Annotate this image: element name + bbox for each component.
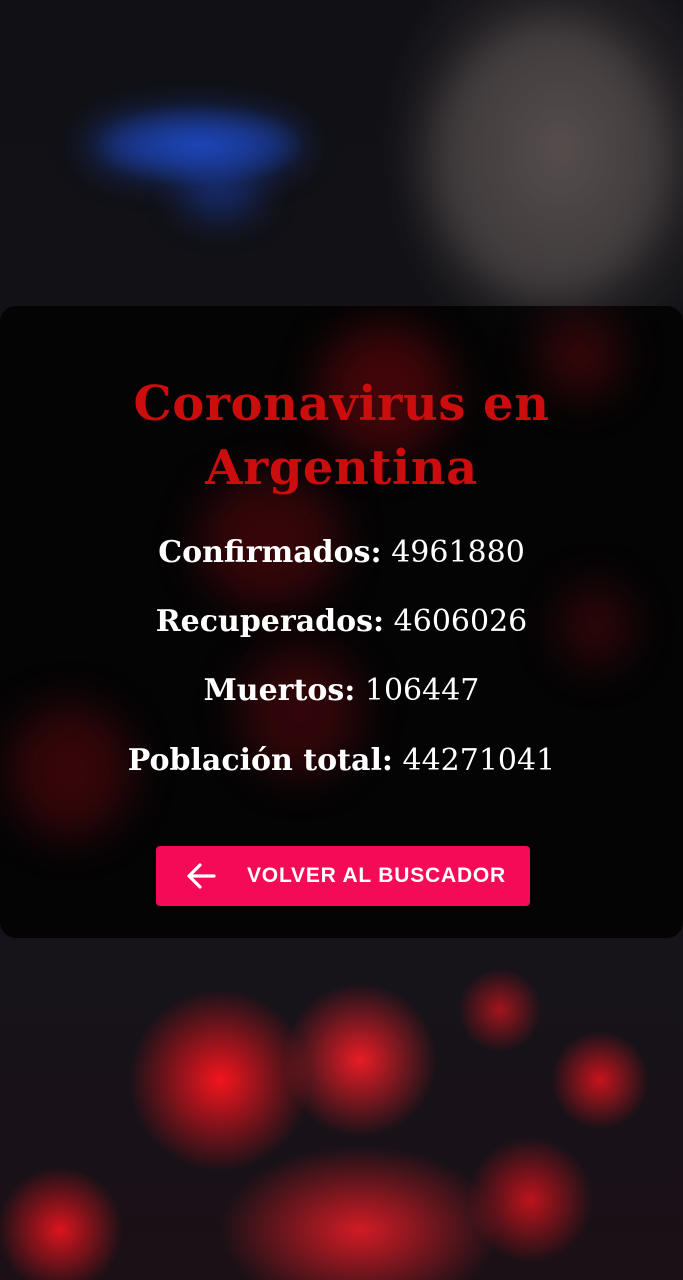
- stat-label: Recuperados:: [155, 604, 385, 639]
- stat-label: Muertos:: [203, 673, 356, 708]
- stat-population: Población total: 44271041: [0, 741, 683, 781]
- back-to-search-button[interactable]: VOLVER AL BUSCADOR: [156, 846, 530, 906]
- stat-deaths: Muertos: 106447: [0, 671, 683, 711]
- background-blob: [180, 175, 260, 215]
- stat-value: 44271041: [402, 743, 556, 778]
- stat-value: 106447: [364, 673, 480, 708]
- stat-value: 4606026: [393, 604, 528, 639]
- stat-recovered: Recuperados: 4606026: [0, 602, 683, 642]
- back-button-label: VOLVER AL BUSCADOR: [247, 864, 507, 887]
- stat-value: 4961880: [391, 535, 525, 570]
- stat-label: Población total:: [127, 743, 393, 778]
- page-title: Coronavirus en Argentina: [133, 376, 550, 496]
- arrow-left-icon: [187, 863, 216, 889]
- stat-label: Confirmados:: [158, 535, 382, 570]
- background-blob: [90, 115, 300, 175]
- stats-card: Coronavirus en Argentina Confirmados: 49…: [0, 306, 683, 938]
- background-blob: [430, 20, 670, 300]
- stat-confirmed: Confirmados: 4961880: [0, 533, 683, 573]
- screen: Coronavirus en Argentina Confirmados: 49…: [0, 0, 683, 1280]
